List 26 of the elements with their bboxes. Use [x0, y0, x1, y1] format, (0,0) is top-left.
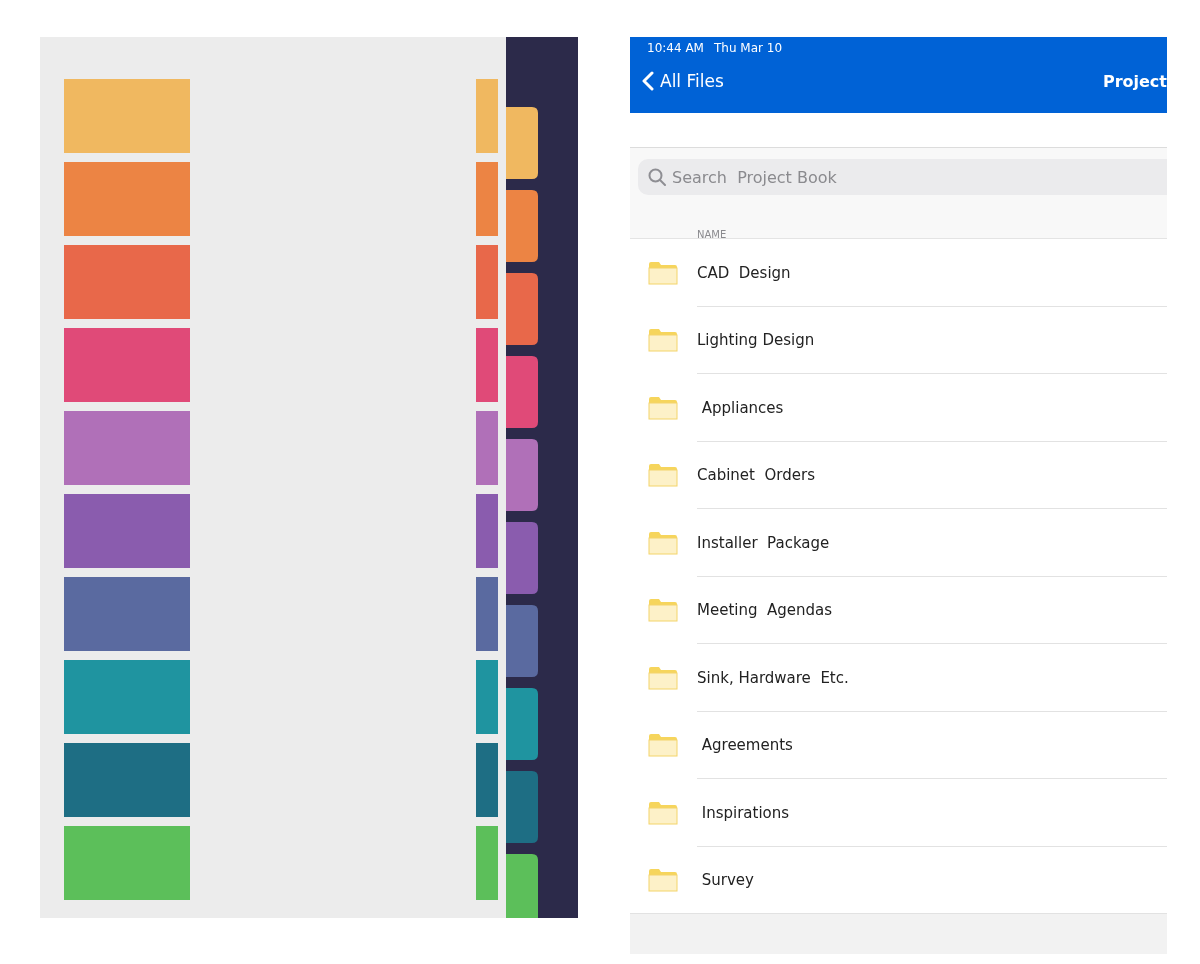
folder-icon [648, 530, 678, 555]
folder-icon [648, 260, 678, 285]
back-chevron-icon [642, 71, 654, 91]
folder-row[interactable]: Cabinet Orders [630, 441, 1167, 509]
folder-icon [648, 598, 678, 623]
folder-icon [648, 665, 678, 690]
folder-icon [648, 868, 678, 893]
folder-row[interactable]: Lighting Design [630, 306, 1167, 374]
status-date: Thu Mar 10 [713, 41, 783, 57]
folder-row[interactable]: Agreements [630, 711, 1167, 779]
status-time: 10:44 AM [647, 41, 704, 57]
back-button[interactable]: All Files [642, 71, 724, 91]
nav-title: Project [1102, 71, 1167, 91]
folder-icon [648, 463, 678, 488]
folder-row[interactable]: Appliances [630, 374, 1167, 442]
folder-row[interactable]: Survey [630, 846, 1167, 914]
folder-icon [648, 395, 678, 420]
folder-icon [648, 733, 678, 758]
folder-icon [648, 800, 678, 825]
folder-row[interactable]: Inspirations [630, 779, 1167, 847]
folder-row[interactable]: Meeting Agendas [630, 576, 1167, 644]
folder-row[interactable]: CAD Design [630, 239, 1167, 307]
search-field[interactable]: Search Project Book [638, 159, 1167, 195]
folder-icon [648, 328, 678, 353]
folder-row[interactable]: Installer Package [630, 509, 1167, 577]
folder-row[interactable]: Sink, Hardware Etc. [630, 644, 1167, 712]
